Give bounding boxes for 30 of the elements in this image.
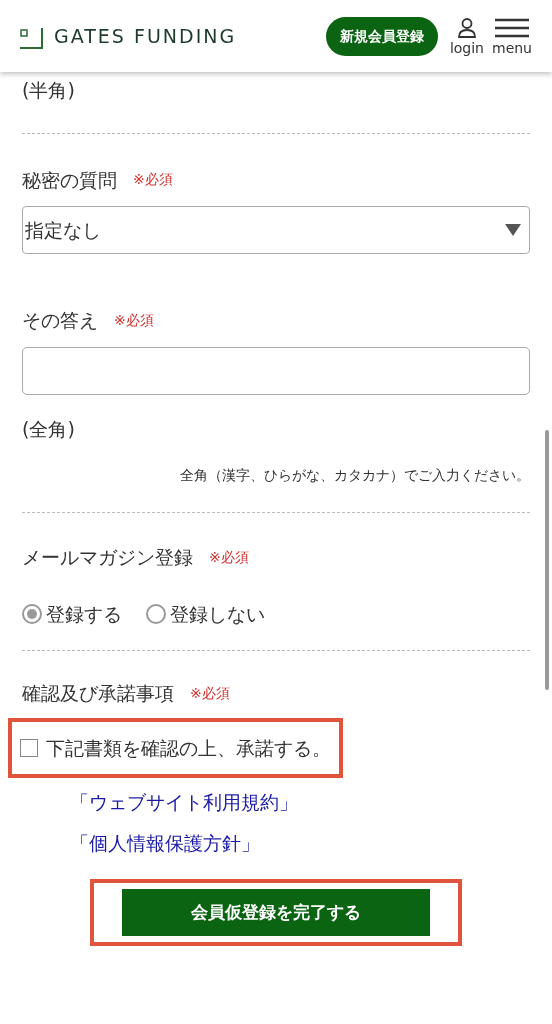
scrollbar[interactable]: [545, 430, 549, 690]
document-link[interactable]: 「個人情報保護方針」: [70, 831, 260, 854]
required-note: ※必須: [114, 310, 154, 330]
field-label: メールマガジン登録: [22, 545, 193, 570]
login-label[interactable]: login: [449, 40, 484, 55]
required-note: ※必須: [209, 547, 249, 567]
input-hint: 全角（漢字、ひらがな、カタカナ）でご入力ください。: [179, 466, 530, 485]
required-note: ※必須: [133, 170, 173, 190]
field-label: その答え: [22, 308, 98, 333]
answer-field[interactable]: [22, 346, 530, 395]
logo-text[interactable]: GATES FUNDING: [54, 21, 237, 51]
submit-button[interactable]: 会員仮登録を完了する: [122, 889, 430, 936]
unit-note: (半角): [22, 78, 76, 103]
unit-note: (全角): [22, 416, 76, 442]
question-select[interactable]: 指定なし: [22, 206, 530, 254]
select-value: 指定なし: [25, 217, 101, 243]
required-note: ※必須: [190, 683, 230, 703]
menu-icon[interactable]: [495, 17, 529, 38]
signup-button[interactable]: 新規会員登録: [325, 16, 438, 56]
menu-label[interactable]: menu: [492, 40, 532, 55]
checkbox[interactable]: [20, 738, 38, 757]
user-icon[interactable]: [457, 17, 476, 38]
checkbox-label[interactable]: 下記書類を確認の上、承諾する。: [46, 733, 331, 762]
radio-option[interactable]: 登録しない: [146, 599, 265, 628]
logo-icon: [20, 28, 46, 51]
field-label: 確認及び承諾事項: [22, 681, 174, 706]
field-label: 秘密の質問: [22, 167, 117, 193]
radio-option[interactable]: 登録する: [22, 599, 122, 628]
document-link[interactable]: 「ウェブサイト利用規約」: [70, 791, 298, 813]
dropdown-icon: [505, 224, 521, 236]
